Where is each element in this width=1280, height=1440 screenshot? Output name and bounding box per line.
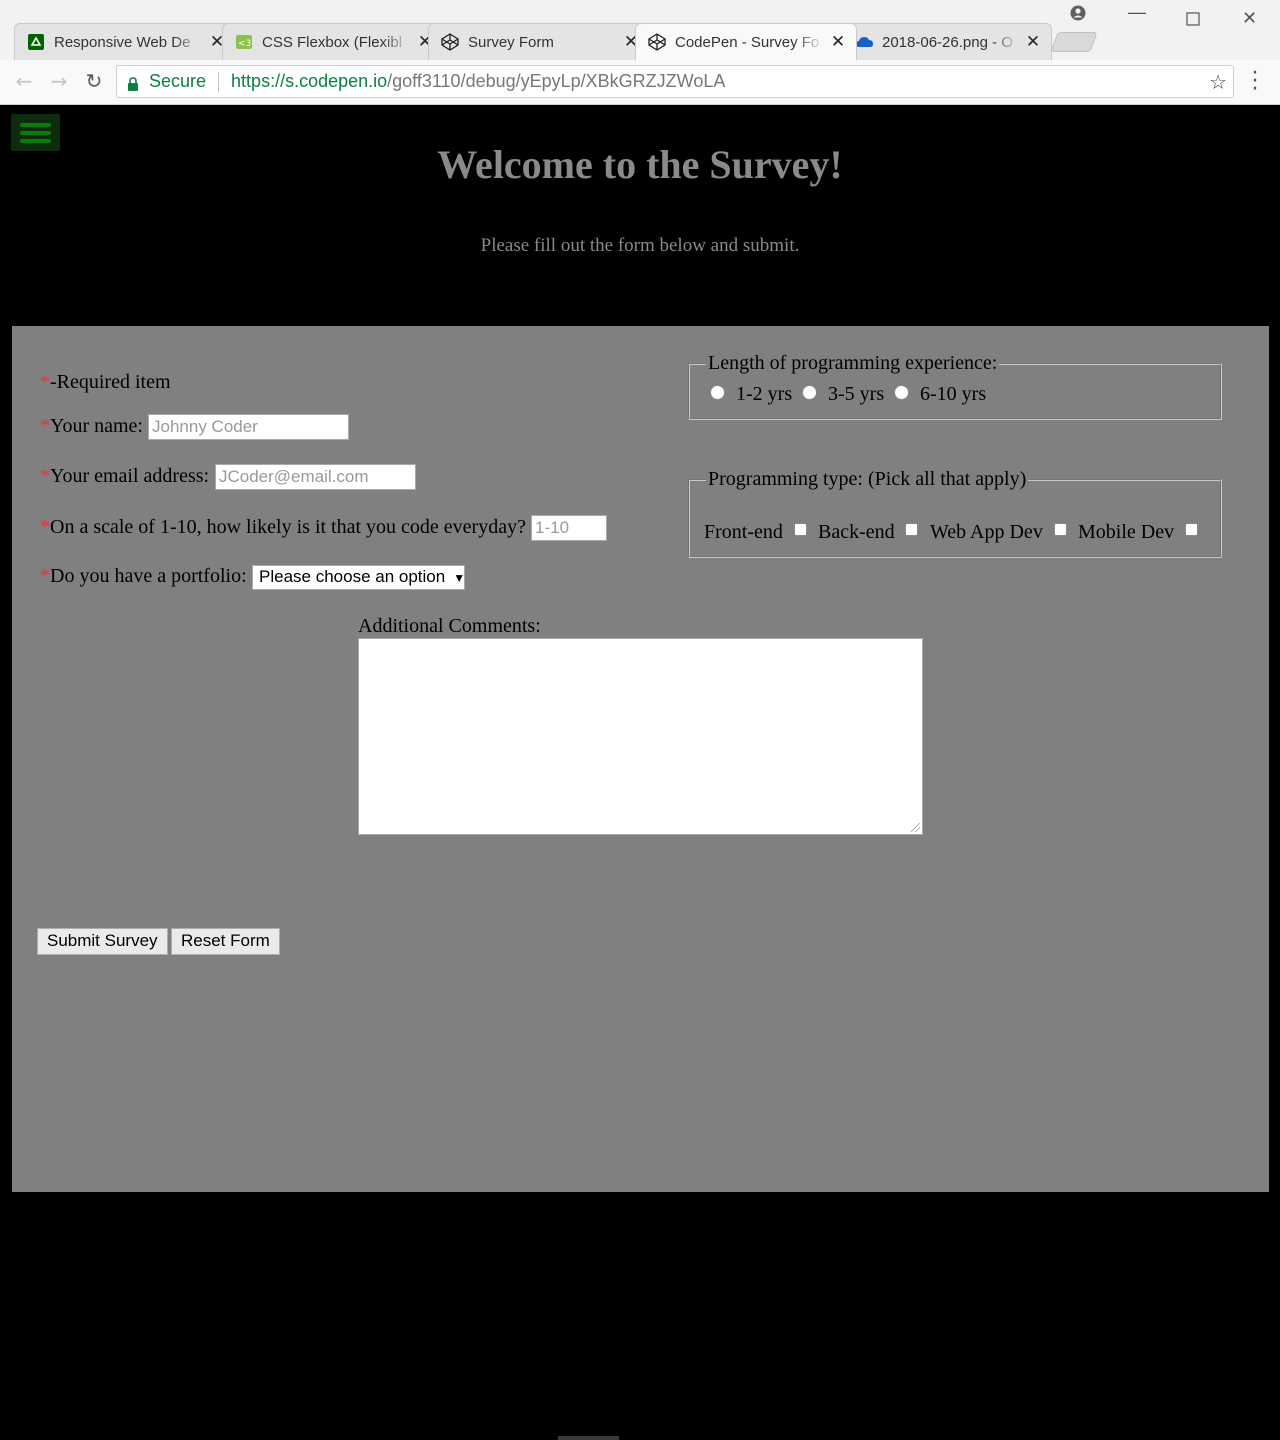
scale-label-text: On a scale of 1-10, how likely is it tha… xyxy=(50,516,526,538)
reset-button[interactable]: Reset Form xyxy=(171,928,280,955)
checkbox-label: Web App Dev xyxy=(930,521,1043,543)
tab-onedrive-image[interactable]: 2018-06-26.png - O ✕ xyxy=(842,23,1052,60)
tab-survey-form[interactable]: Survey Form ✕ xyxy=(428,23,650,60)
codepen-icon xyxy=(648,33,666,51)
tab-title: Survey Form xyxy=(468,33,554,51)
radio-label: 6-10 yrs xyxy=(920,383,987,405)
radio-3-5-yrs[interactable] xyxy=(802,385,817,400)
page-subtitle: Please fill out the form below and submi… xyxy=(480,235,800,256)
survey-form: *-Required item *Your name: Johnny Coder… xyxy=(12,326,1269,1192)
experience-legend: Length of programming experience: xyxy=(708,352,998,374)
portfolio-label: *Do you have a portfolio: xyxy=(40,565,247,588)
codepen-icon xyxy=(441,33,459,51)
name-label: *Your name: xyxy=(40,415,143,438)
reload-icon[interactable]: ↻ xyxy=(80,67,108,95)
checkbox-label: Front-end xyxy=(704,521,783,543)
css3-icon: <3 xyxy=(235,33,253,51)
required-marker: * xyxy=(40,371,50,393)
tab-strip: Responsive Web De ✕ <3 CSS Flexbox (Flex… xyxy=(0,0,1280,60)
minimize-icon[interactable]: — xyxy=(1128,2,1146,23)
scale-input[interactable]: 1-10 xyxy=(531,515,607,541)
required-note-text: -Required item xyxy=(50,371,171,393)
radio-label: 3-5 yrs xyxy=(828,383,885,405)
portfolio-select[interactable]: Please choose an option ▼ xyxy=(252,565,465,590)
lock-icon xyxy=(127,75,139,91)
back-icon[interactable]: ← xyxy=(10,67,38,95)
tab-title: 2018-06-26.png - O xyxy=(882,33,1013,51)
browser-chrome: Responsive Web De ✕ <3 CSS Flexbox (Flex… xyxy=(0,0,1280,105)
radio-label: 1-2 yrs xyxy=(736,383,793,405)
new-tab-button[interactable] xyxy=(1050,32,1098,52)
page-body: Welcome to the Survey! Please fill out t… xyxy=(0,105,1280,1440)
profile-icon[interactable] xyxy=(1070,4,1086,27)
onedrive-icon xyxy=(855,33,873,51)
maximize-icon[interactable] xyxy=(1186,10,1200,31)
checkbox-label: Back-end xyxy=(818,521,895,543)
tab-title: CSS Flexbox (Flexibl xyxy=(262,33,403,51)
checkbox-front-end[interactable] xyxy=(794,523,807,536)
tab-css-flexbox[interactable]: <3 CSS Flexbox (Flexibl ✕ xyxy=(222,23,444,60)
address-divider xyxy=(218,71,220,92)
bookmark-star-icon[interactable]: ☆ xyxy=(1209,70,1227,94)
required-marker: * xyxy=(40,516,50,538)
address-bar[interactable]: Secure https://s.codepen.io /goff3110/de… xyxy=(116,65,1234,98)
scale-label: *On a scale of 1-10, how likely is it th… xyxy=(40,516,526,539)
close-tab-icon[interactable]: ✕ xyxy=(1025,32,1041,52)
tab-codepen-survey[interactable]: CodePen - Survey Fo ✕ xyxy=(635,23,857,60)
required-note: *-Required item xyxy=(40,371,171,394)
radio-1-2-yrs[interactable] xyxy=(710,385,725,400)
resize-grip-icon[interactable] xyxy=(911,823,920,832)
forward-icon[interactable]: → xyxy=(45,67,73,95)
browser-menu-icon[interactable]: · · · xyxy=(1248,63,1262,101)
checkbox-back-end[interactable] xyxy=(905,523,918,536)
required-marker: * xyxy=(40,415,50,437)
window-close-icon[interactable]: ✕ xyxy=(1242,8,1257,29)
required-marker: * xyxy=(40,565,50,587)
checkbox-mobile-dev[interactable] xyxy=(1185,523,1198,536)
programming-type-fieldset: Programming type: (Pick all that apply) xyxy=(688,468,1222,558)
comments-textarea[interactable] xyxy=(358,638,923,835)
email-input[interactable]: JCoder@email.com xyxy=(215,464,416,490)
tab-responsive-web-design[interactable]: Responsive Web De ✕ xyxy=(14,23,236,60)
comments-label: Additional Comments: xyxy=(358,615,541,637)
checkbox-label: Mobile Dev xyxy=(1078,521,1175,543)
radio-6-10-yrs[interactable] xyxy=(894,385,909,400)
url-path: /goff3110/debug/yEpyLp/XBkGRZJZWoLA xyxy=(387,71,726,91)
secure-label: Secure xyxy=(149,71,207,91)
freecodecamp-icon xyxy=(27,33,45,51)
svg-text:<3: <3 xyxy=(238,39,251,49)
close-tab-icon[interactable]: ✕ xyxy=(830,32,846,52)
required-marker: * xyxy=(40,465,50,487)
footer-edge xyxy=(558,1436,619,1440)
dropdown-arrow-icon: ▼ xyxy=(453,571,466,585)
tab-title: CodePen - Survey Fo xyxy=(675,33,820,51)
page-title: Welcome to the Survey! xyxy=(437,142,843,187)
portfolio-label-text: Do you have a portfolio: xyxy=(50,565,247,587)
email-label-text: Your email address: xyxy=(50,465,210,487)
submit-button[interactable]: Submit Survey xyxy=(37,928,168,955)
url-host: https://s.codepen.io xyxy=(231,71,388,91)
name-input[interactable]: Johnny Coder xyxy=(148,414,349,440)
name-label-text: Your name: xyxy=(50,415,143,437)
tab-title: Responsive Web De xyxy=(54,33,191,51)
programming-type-legend: Programming type: (Pick all that apply) xyxy=(708,468,1027,490)
portfolio-selected-value: Please choose an option xyxy=(259,567,446,586)
checkbox-web-app-dev[interactable] xyxy=(1054,523,1067,536)
email-label: *Your email address: xyxy=(40,465,209,488)
